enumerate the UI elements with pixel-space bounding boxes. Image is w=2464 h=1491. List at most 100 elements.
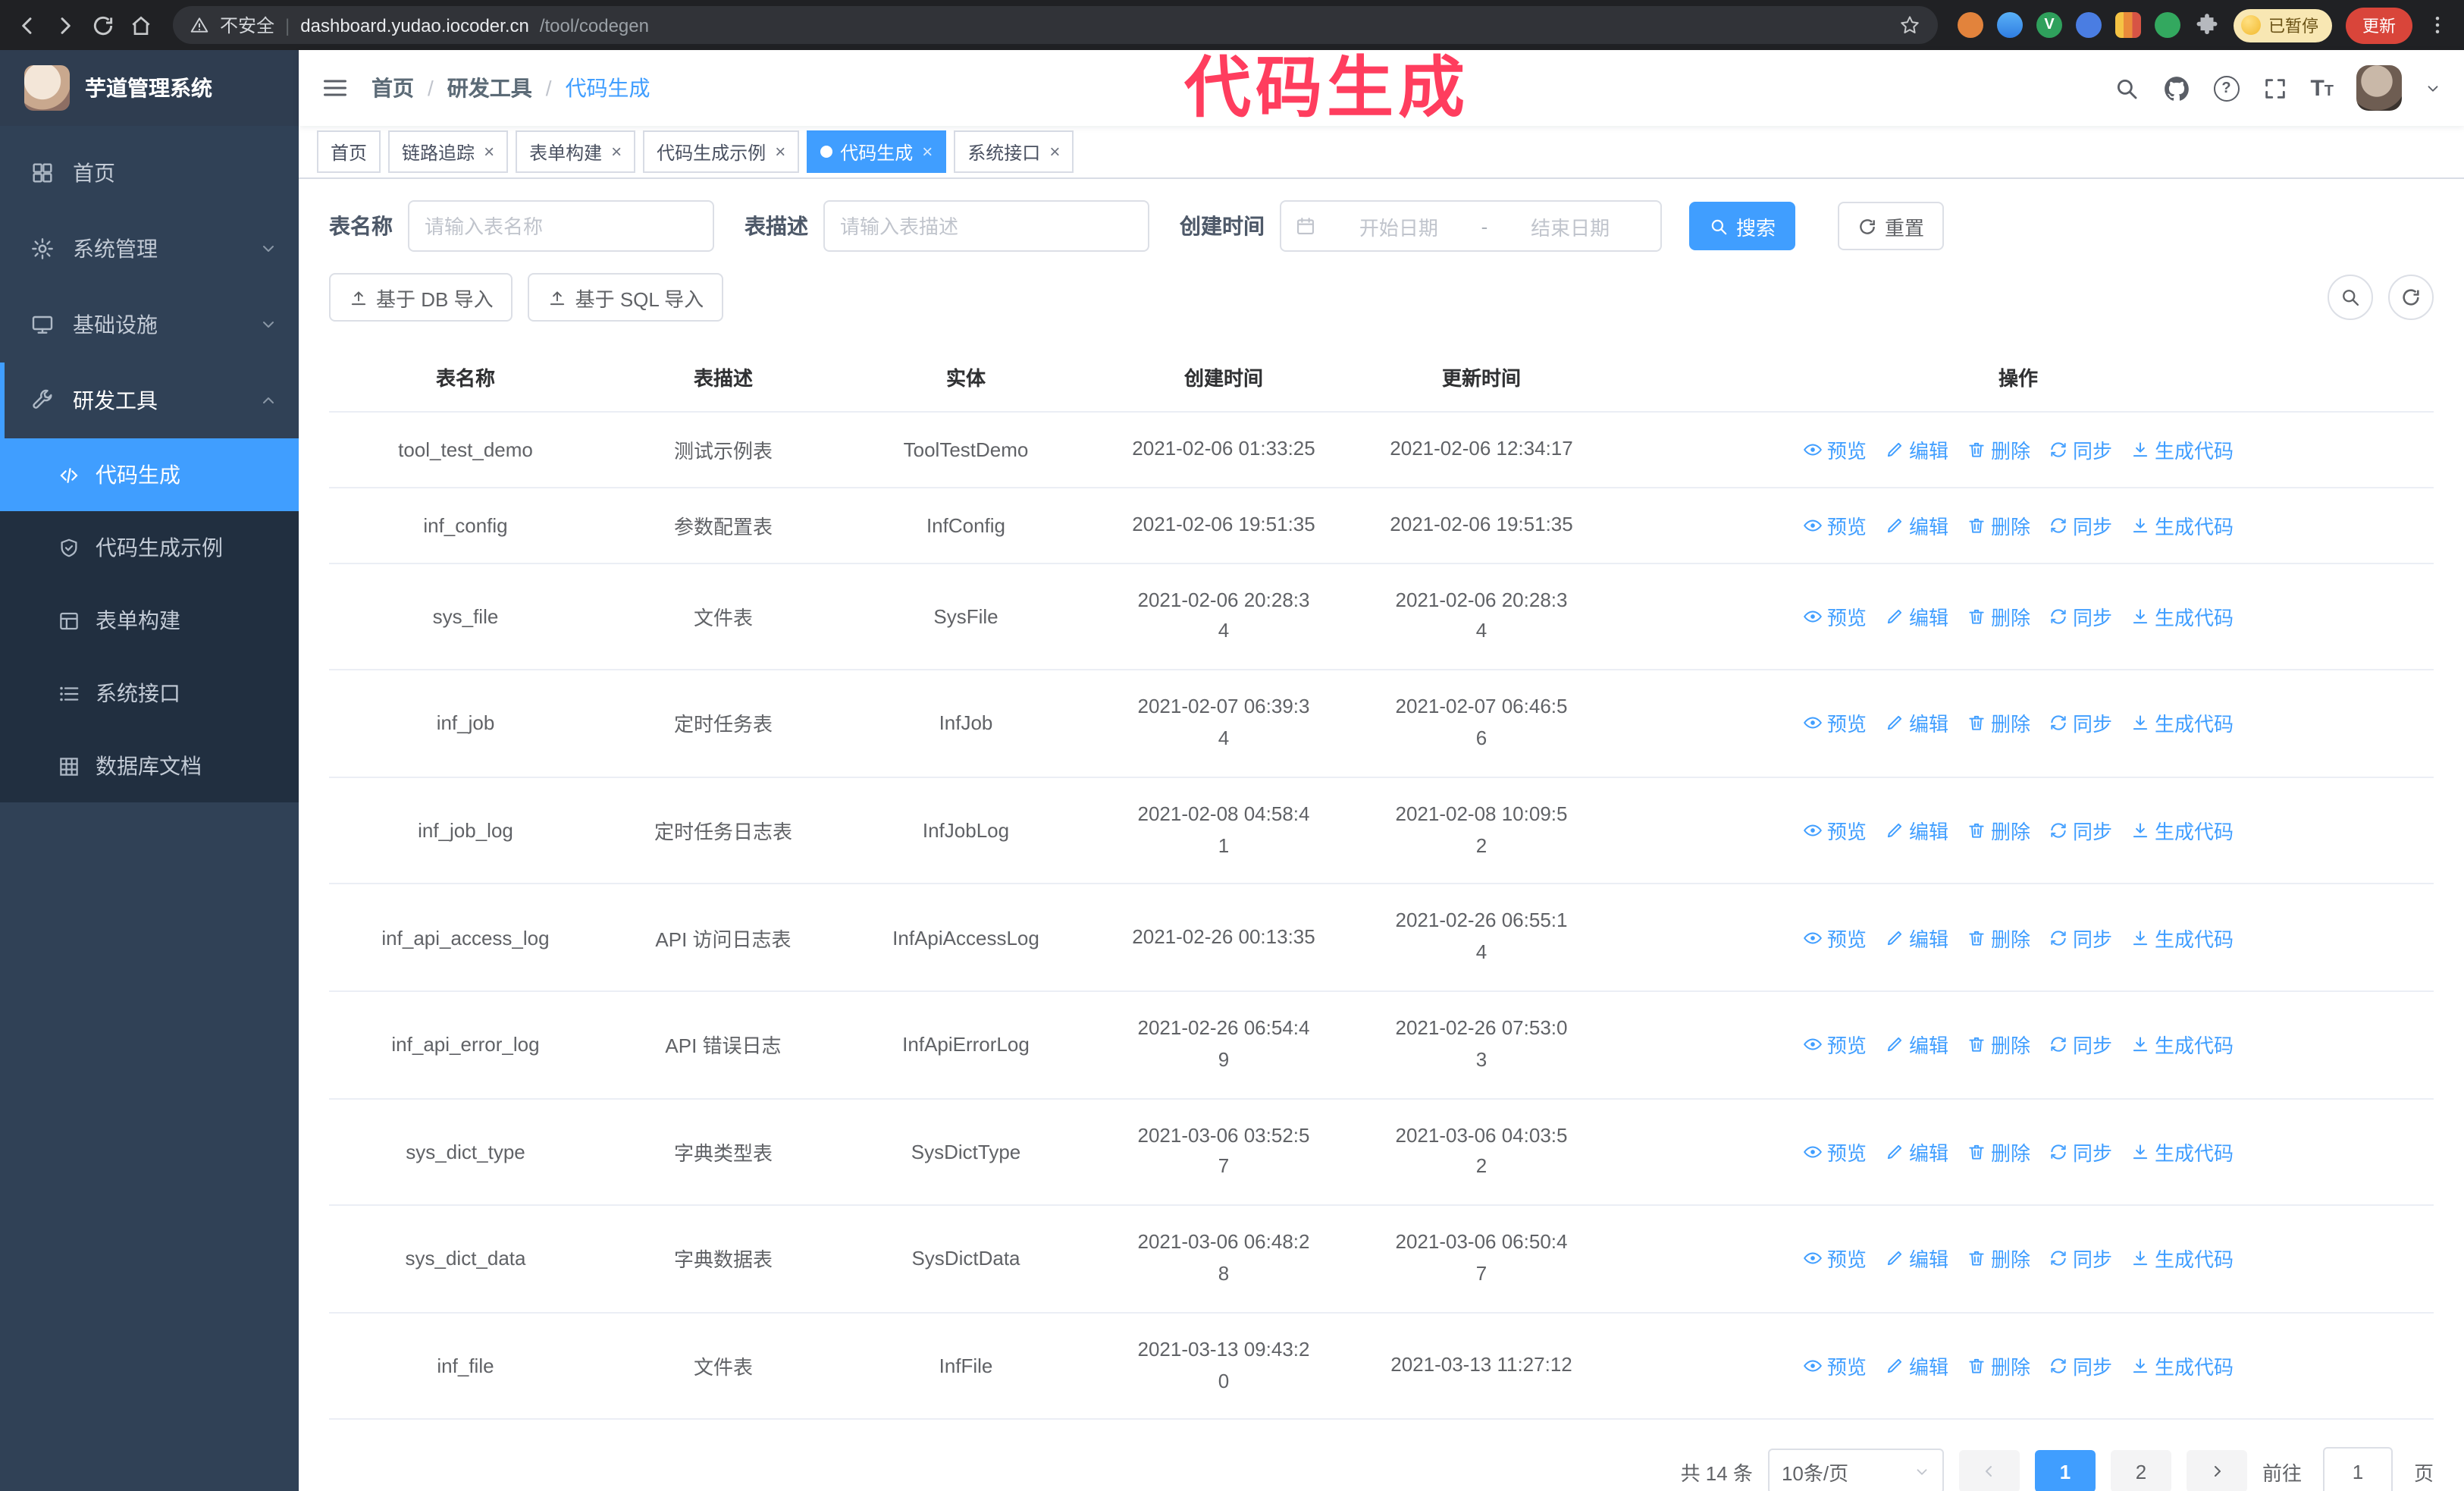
sync-link[interactable]: 同步 [2049,1351,2112,1380]
tab-codegen[interactable]: 代码生成 × [807,130,947,173]
toggle-search-button[interactable] [2328,275,2373,320]
github-icon[interactable] [2161,74,2190,102]
page-button-1[interactable]: 1 [2034,1450,2096,1491]
close-icon[interactable]: × [611,143,622,161]
browser-forward-icon[interactable] [53,13,77,37]
extension-icon-drop[interactable] [1997,12,2023,38]
preview-link[interactable]: 预览 [1803,923,1867,952]
browser-update-button[interactable]: 更新 [2346,7,2412,43]
browser-reload-icon[interactable] [91,13,115,37]
avatar[interactable] [2356,65,2402,111]
sidebar-item-db-doc[interactable]: 数据库文档 [0,730,299,802]
sync-link[interactable]: 同步 [2049,1031,2112,1059]
reset-button[interactable]: 重置 [1838,202,1945,250]
next-page-button[interactable] [2186,1450,2247,1491]
table-desc-input[interactable] [823,200,1149,252]
extension-icon-people[interactable] [2076,12,2102,38]
sync-link[interactable]: 同步 [2049,1245,2112,1273]
preview-link[interactable]: 预览 [1803,709,1867,738]
delete-link[interactable]: 删除 [1967,1245,2030,1273]
generate-code-link[interactable]: 生成代码 [2130,510,2234,539]
prev-page-button[interactable] [1958,1450,2020,1491]
preview-link[interactable]: 预览 [1803,602,1867,631]
sync-link[interactable]: 同步 [2049,510,2112,539]
browser-back-icon[interactable] [15,13,39,37]
table-name-input[interactable] [408,200,714,252]
search-icon[interactable] [2113,75,2139,101]
sidebar-item-system[interactable]: 系统管理 [0,211,299,287]
generate-code-link[interactable]: 生成代码 [2130,1351,2234,1380]
page-size-select[interactable]: 10条/页 [1767,1449,1944,1491]
sidebar-item-api[interactable]: 系统接口 [0,657,299,730]
import-db-button[interactable]: 基于 DB 导入 [329,273,513,322]
generate-code-link[interactable]: 生成代码 [2130,1138,2234,1166]
help-icon[interactable]: ? [2213,75,2240,101]
generate-code-link[interactable]: 生成代码 [2130,602,2234,631]
import-sql-button[interactable]: 基于 SQL 导入 [528,273,724,322]
delete-link[interactable]: 删除 [1967,602,2030,631]
sync-link[interactable]: 同步 [2049,435,2112,464]
edit-link[interactable]: 编辑 [1885,1031,1948,1059]
edit-link[interactable]: 编辑 [1885,1245,1948,1273]
fullscreen-icon[interactable] [2262,75,2287,101]
sync-link[interactable]: 同步 [2049,816,2112,845]
preview-link[interactable]: 预览 [1803,435,1867,464]
delete-link[interactable]: 删除 [1967,510,2030,539]
close-icon[interactable]: × [922,143,933,161]
goto-page-input[interactable] [2322,1447,2393,1491]
extension-icon-v[interactable]: V [2036,12,2062,38]
edit-link[interactable]: 编辑 [1885,602,1948,631]
delete-link[interactable]: 删除 [1967,816,2030,845]
browser-menu-icon[interactable] [2426,14,2449,36]
sidebar-item-codegen-demo[interactable]: 代码生成示例 [0,511,299,584]
edit-link[interactable]: 编辑 [1885,709,1948,738]
sidebar-logo[interactable]: 芋道管理系统 [0,50,299,126]
generate-code-link[interactable]: 生成代码 [2130,923,2234,952]
sidebar-item-devtools[interactable]: 研发工具 [0,363,299,438]
edit-link[interactable]: 编辑 [1885,1351,1948,1380]
sidebar-item-codegen[interactable]: 代码生成 [0,438,299,511]
generate-code-link[interactable]: 生成代码 [2130,1031,2234,1059]
extension-icon-orange[interactable] [1958,12,1983,38]
generate-code-link[interactable]: 生成代码 [2130,435,2234,464]
sidebar-item-infra[interactable]: 基础设施 [0,287,299,363]
sidebar-item-form-builder[interactable]: 表单构建 [0,584,299,657]
tab-api[interactable]: 系统接口 × [954,130,1074,173]
breadcrumb-home[interactable]: 首页 [371,73,414,103]
edit-link[interactable]: 编辑 [1885,1138,1948,1166]
tab-form-builder[interactable]: 表单构建 × [516,130,636,173]
delete-link[interactable]: 删除 [1967,709,2030,738]
font-size-icon[interactable]: TT [2310,77,2334,99]
close-icon[interactable]: × [1049,143,1060,161]
bookmark-star-icon[interactable] [1898,14,1921,36]
delete-link[interactable]: 删除 [1967,1031,2030,1059]
generate-code-link[interactable]: 生成代码 [2130,1245,2234,1273]
breadcrumb-devtools[interactable]: 研发工具 [447,73,532,103]
preview-link[interactable]: 预览 [1803,510,1867,539]
delete-link[interactable]: 删除 [1967,435,2030,464]
page-button-2[interactable]: 2 [2110,1450,2171,1491]
extension-icon-leaf[interactable] [2155,12,2180,38]
preview-link[interactable]: 预览 [1803,1351,1867,1380]
extension-icon-card[interactable] [2115,12,2141,38]
tab-codegen-demo[interactable]: 代码生成示例 × [643,130,800,173]
search-button[interactable]: 搜索 [1689,202,1796,250]
edit-link[interactable]: 编辑 [1885,510,1948,539]
preview-link[interactable]: 预览 [1803,1031,1867,1059]
edit-link[interactable]: 编辑 [1885,923,1948,952]
browser-home-icon[interactable] [129,13,153,37]
close-icon[interactable]: × [775,143,785,161]
date-range-picker[interactable]: 开始日期 - 结束日期 [1280,200,1662,252]
tab-home[interactable]: 首页 [317,130,381,173]
preview-link[interactable]: 预览 [1803,1245,1867,1273]
preview-link[interactable]: 预览 [1803,816,1867,845]
edit-link[interactable]: 编辑 [1885,435,1948,464]
preview-link[interactable]: 预览 [1803,1138,1867,1166]
delete-link[interactable]: 删除 [1967,1351,2030,1380]
tab-trace[interactable]: 链路追踪 × [388,130,509,173]
avatar-caret-icon[interactable] [2425,80,2441,96]
close-icon[interactable]: × [484,143,494,161]
generate-code-link[interactable]: 生成代码 [2130,816,2234,845]
paused-badge[interactable]: 已暂停 [2234,8,2332,42]
generate-code-link[interactable]: 生成代码 [2130,709,2234,738]
